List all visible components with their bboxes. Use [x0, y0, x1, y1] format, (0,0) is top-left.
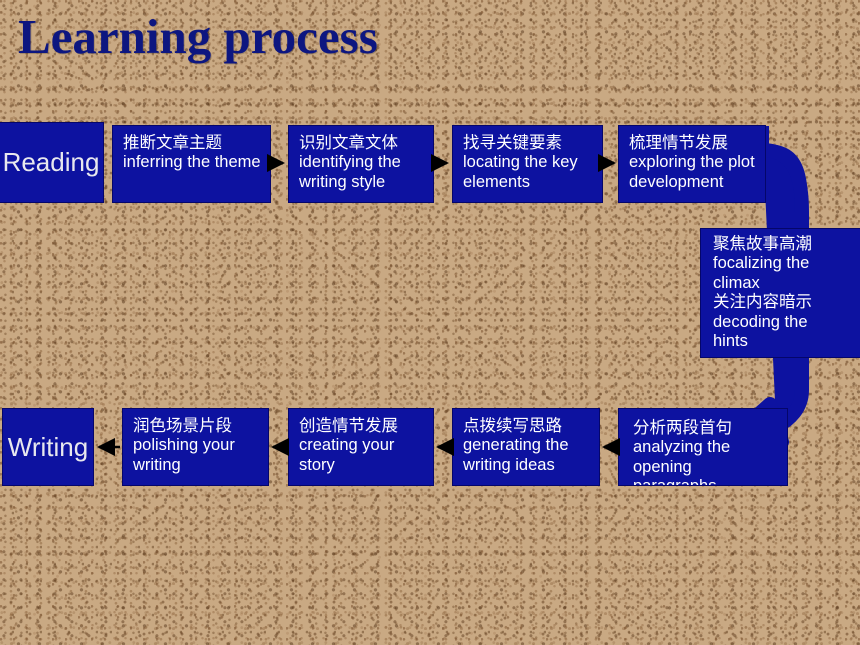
writing-step-4-en: analyzing the opening paragraphs [633, 438, 731, 485]
bridge-box-climax-hints: 聚焦故事高潮 focalizing the climax 关注内容暗示 deco… [700, 228, 860, 358]
reading-step-3-en: locating the key elements [463, 153, 578, 191]
writing-step-3-en: generating the writing ideas [463, 436, 569, 474]
writing-step-3: 点拨续写思路 generating the writing ideas [452, 408, 600, 486]
writing-step-4: 分析两段首句 analyzing the opening paragraphs [618, 408, 788, 486]
stage-label-writing: Writing [7, 431, 89, 462]
writing-step-4-cn: 分析两段首句 [633, 419, 732, 437]
writing-step-3-cn: 点拨续写思路 [463, 417, 562, 435]
slide-canvas: Learning process Reading 推断文章主题 inferrin… [0, 0, 860, 645]
reading-step-2-en: identifying the writing style [299, 153, 401, 191]
reading-step-2: 识别文章文体 identifying the writing style [288, 125, 434, 203]
reading-step-3: 找寻关键要素 locating the key elements [452, 125, 603, 203]
writing-step-1-en: polishing your writing [133, 436, 235, 474]
stage-box-reading: Reading [0, 122, 104, 203]
bridge-en-2: decoding the hints [713, 312, 808, 351]
reading-step-1-en: inferring the theme [123, 153, 261, 172]
writing-step-2-cn: 创造情节发展 [299, 417, 398, 435]
writing-step-1: 润色场景片段 polishing your writing [122, 408, 269, 486]
writing-step-2-en: creating your story [299, 436, 395, 474]
stage-label-reading: Reading [2, 147, 100, 178]
reading-step-1-cn: 推断文章主题 [123, 134, 222, 152]
stage-box-writing: Writing [2, 408, 94, 486]
bridge-cn-2: 关注内容暗示 [713, 293, 812, 312]
writing-step-1-cn: 润色场景片段 [133, 417, 232, 435]
reading-step-3-cn: 找寻关键要素 [463, 134, 562, 152]
reading-step-4-cn: 梳理情节发展 [629, 134, 728, 152]
bridge-en-1: focalizing the climax [713, 254, 810, 292]
reading-step-4-en: exploring the plot development [629, 153, 755, 191]
writing-step-2: 创造情节发展 creating your story [288, 408, 434, 486]
reading-step-1: 推断文章主题 inferring the theme [112, 125, 271, 203]
bridge-cn-1: 聚焦故事高潮 [713, 235, 812, 253]
reading-step-2-cn: 识别文章文体 [299, 134, 398, 152]
reading-step-4: 梳理情节发展 exploring the plot development [618, 125, 766, 203]
